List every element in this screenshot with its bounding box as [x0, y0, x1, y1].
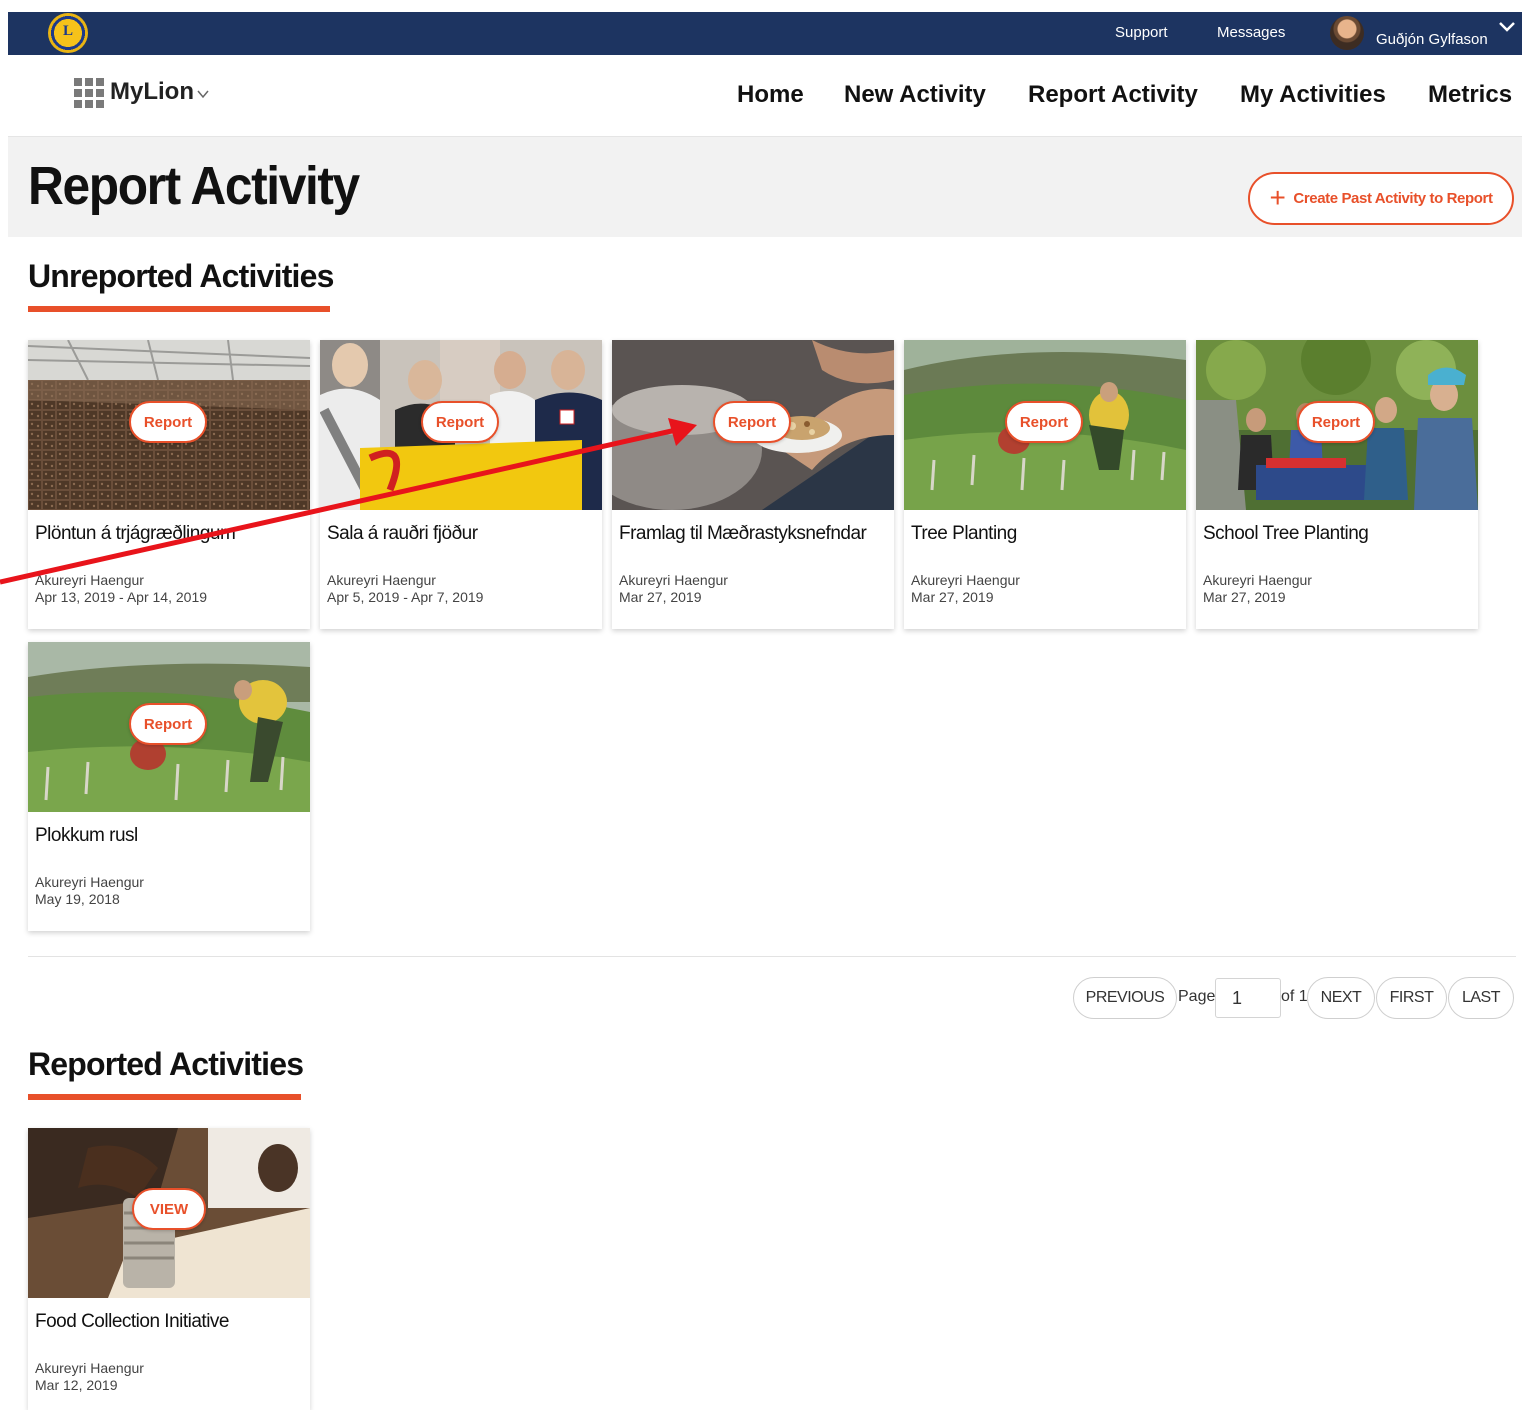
chevron-down-icon[interactable]	[1496, 16, 1518, 38]
report-button[interactable]: Report	[421, 401, 499, 443]
nav-metrics[interactable]: Metrics	[1428, 81, 1512, 109]
page-number-input[interactable]	[1215, 978, 1281, 1018]
unreported-title-underline	[28, 306, 330, 312]
activity-date: May 19, 2018	[35, 891, 120, 907]
activity-card[interactable]: Report Plokkum rusl Akureyri Haengur May…	[28, 642, 310, 931]
activity-club: Akureyri Haengur	[911, 572, 1020, 588]
activity-date: Mar 27, 2019	[1203, 589, 1286, 605]
activity-title[interactable]: Plöntun á trjágræðlingum	[35, 523, 307, 545]
chevron-down-icon[interactable]	[196, 87, 210, 101]
report-button[interactable]: Report	[1297, 401, 1375, 443]
activity-date: Apr 5, 2019 - Apr 7, 2019	[327, 589, 484, 605]
brand-mylion[interactable]: MyLion	[110, 78, 194, 106]
support-link[interactable]: Support	[1115, 24, 1168, 41]
activity-card[interactable]: Report Framlag til Mæðrastyksnefndar Aku…	[612, 340, 894, 629]
activity-title[interactable]: Plokkum rusl	[35, 825, 307, 847]
nav-my-activities[interactable]: My Activities	[1240, 81, 1386, 109]
activity-title[interactable]: Sala á rauðri fjöður	[327, 523, 599, 545]
activity-card[interactable]: Report Tree Planting Akureyri Haengur Ma…	[904, 340, 1186, 629]
activity-title[interactable]: Framlag til Mæðrastyksnefndar	[619, 523, 891, 545]
page-count-label: of 1	[1281, 988, 1308, 1005]
lions-logo-letter: L	[62, 23, 73, 39]
plus-icon: +	[1269, 181, 1286, 213]
top-utility-bar: L Support Messages Guðjón Gylfason	[8, 12, 1522, 55]
activity-card[interactable]: Report Plöntun á trjágræðlingum Akureyri…	[28, 340, 310, 629]
activity-date: Mar 27, 2019	[911, 589, 994, 605]
unreported-section-title: Unreported Activities	[28, 258, 334, 294]
activity-title[interactable]: Food Collection Initiative	[35, 1311, 307, 1333]
last-page-button[interactable]: LAST	[1448, 977, 1514, 1019]
section-divider	[28, 956, 1516, 957]
activity-card[interactable]: Report School Tree Planting Akureyri Hae…	[1196, 340, 1478, 629]
next-page-button[interactable]: NEXT	[1307, 977, 1375, 1019]
activity-title[interactable]: School Tree Planting	[1203, 523, 1475, 545]
nav-home[interactable]: Home	[737, 81, 804, 109]
report-button[interactable]: Report	[713, 401, 791, 443]
activity-date: Apr 13, 2019 - Apr 14, 2019	[35, 589, 208, 605]
activity-date: Mar 27, 2019	[619, 589, 702, 605]
previous-page-button[interactable]: PREVIOUS	[1073, 977, 1177, 1019]
create-past-activity-label: Create Past Activity to Report	[1293, 190, 1493, 207]
page-title: Report Activity	[28, 156, 360, 216]
activity-title[interactable]: Tree Planting	[911, 523, 1183, 545]
reported-title-underline	[28, 1094, 301, 1100]
report-button[interactable]: Report	[129, 401, 207, 443]
activity-club: Akureyri Haengur	[35, 572, 144, 588]
page-header: Report Activity + Create Past Activity t…	[8, 137, 1522, 237]
view-button[interactable]: VIEW	[132, 1188, 206, 1230]
activity-club: Akureyri Haengur	[35, 1360, 144, 1376]
main-navbar: MyLion Home New Activity Report Activity…	[8, 55, 1522, 137]
activity-club: Akureyri Haengur	[327, 572, 436, 588]
report-button[interactable]: Report	[1005, 401, 1083, 443]
activity-card[interactable]: Report Sala á rauðri fjöður Akureyri Hae…	[320, 340, 602, 629]
messages-link[interactable]: Messages	[1217, 24, 1285, 41]
user-name[interactable]: Guðjón Gylfason	[1376, 31, 1488, 48]
activity-club: Akureyri Haengur	[35, 874, 144, 890]
activity-club: Akureyri Haengur	[1203, 572, 1312, 588]
nav-new-activity[interactable]: New Activity	[844, 81, 986, 109]
nav-report-activity[interactable]: Report Activity	[1028, 81, 1198, 109]
user-avatar[interactable]	[1330, 16, 1364, 50]
app-grid-icon[interactable]	[74, 78, 104, 108]
first-page-button[interactable]: FIRST	[1376, 977, 1447, 1019]
activity-date: Mar 12, 2019	[35, 1377, 118, 1393]
report-button[interactable]: Report	[129, 703, 207, 745]
page-label: Page	[1178, 988, 1216, 1005]
activity-card[interactable]: VIEW Food Collection Initiative Akureyri…	[28, 1128, 310, 1410]
lions-logo-icon[interactable]: L	[48, 13, 88, 53]
reported-section-title: Reported Activities	[28, 1046, 304, 1082]
activity-club: Akureyri Haengur	[619, 572, 728, 588]
create-past-activity-button[interactable]: + Create Past Activity to Report	[1248, 172, 1514, 225]
